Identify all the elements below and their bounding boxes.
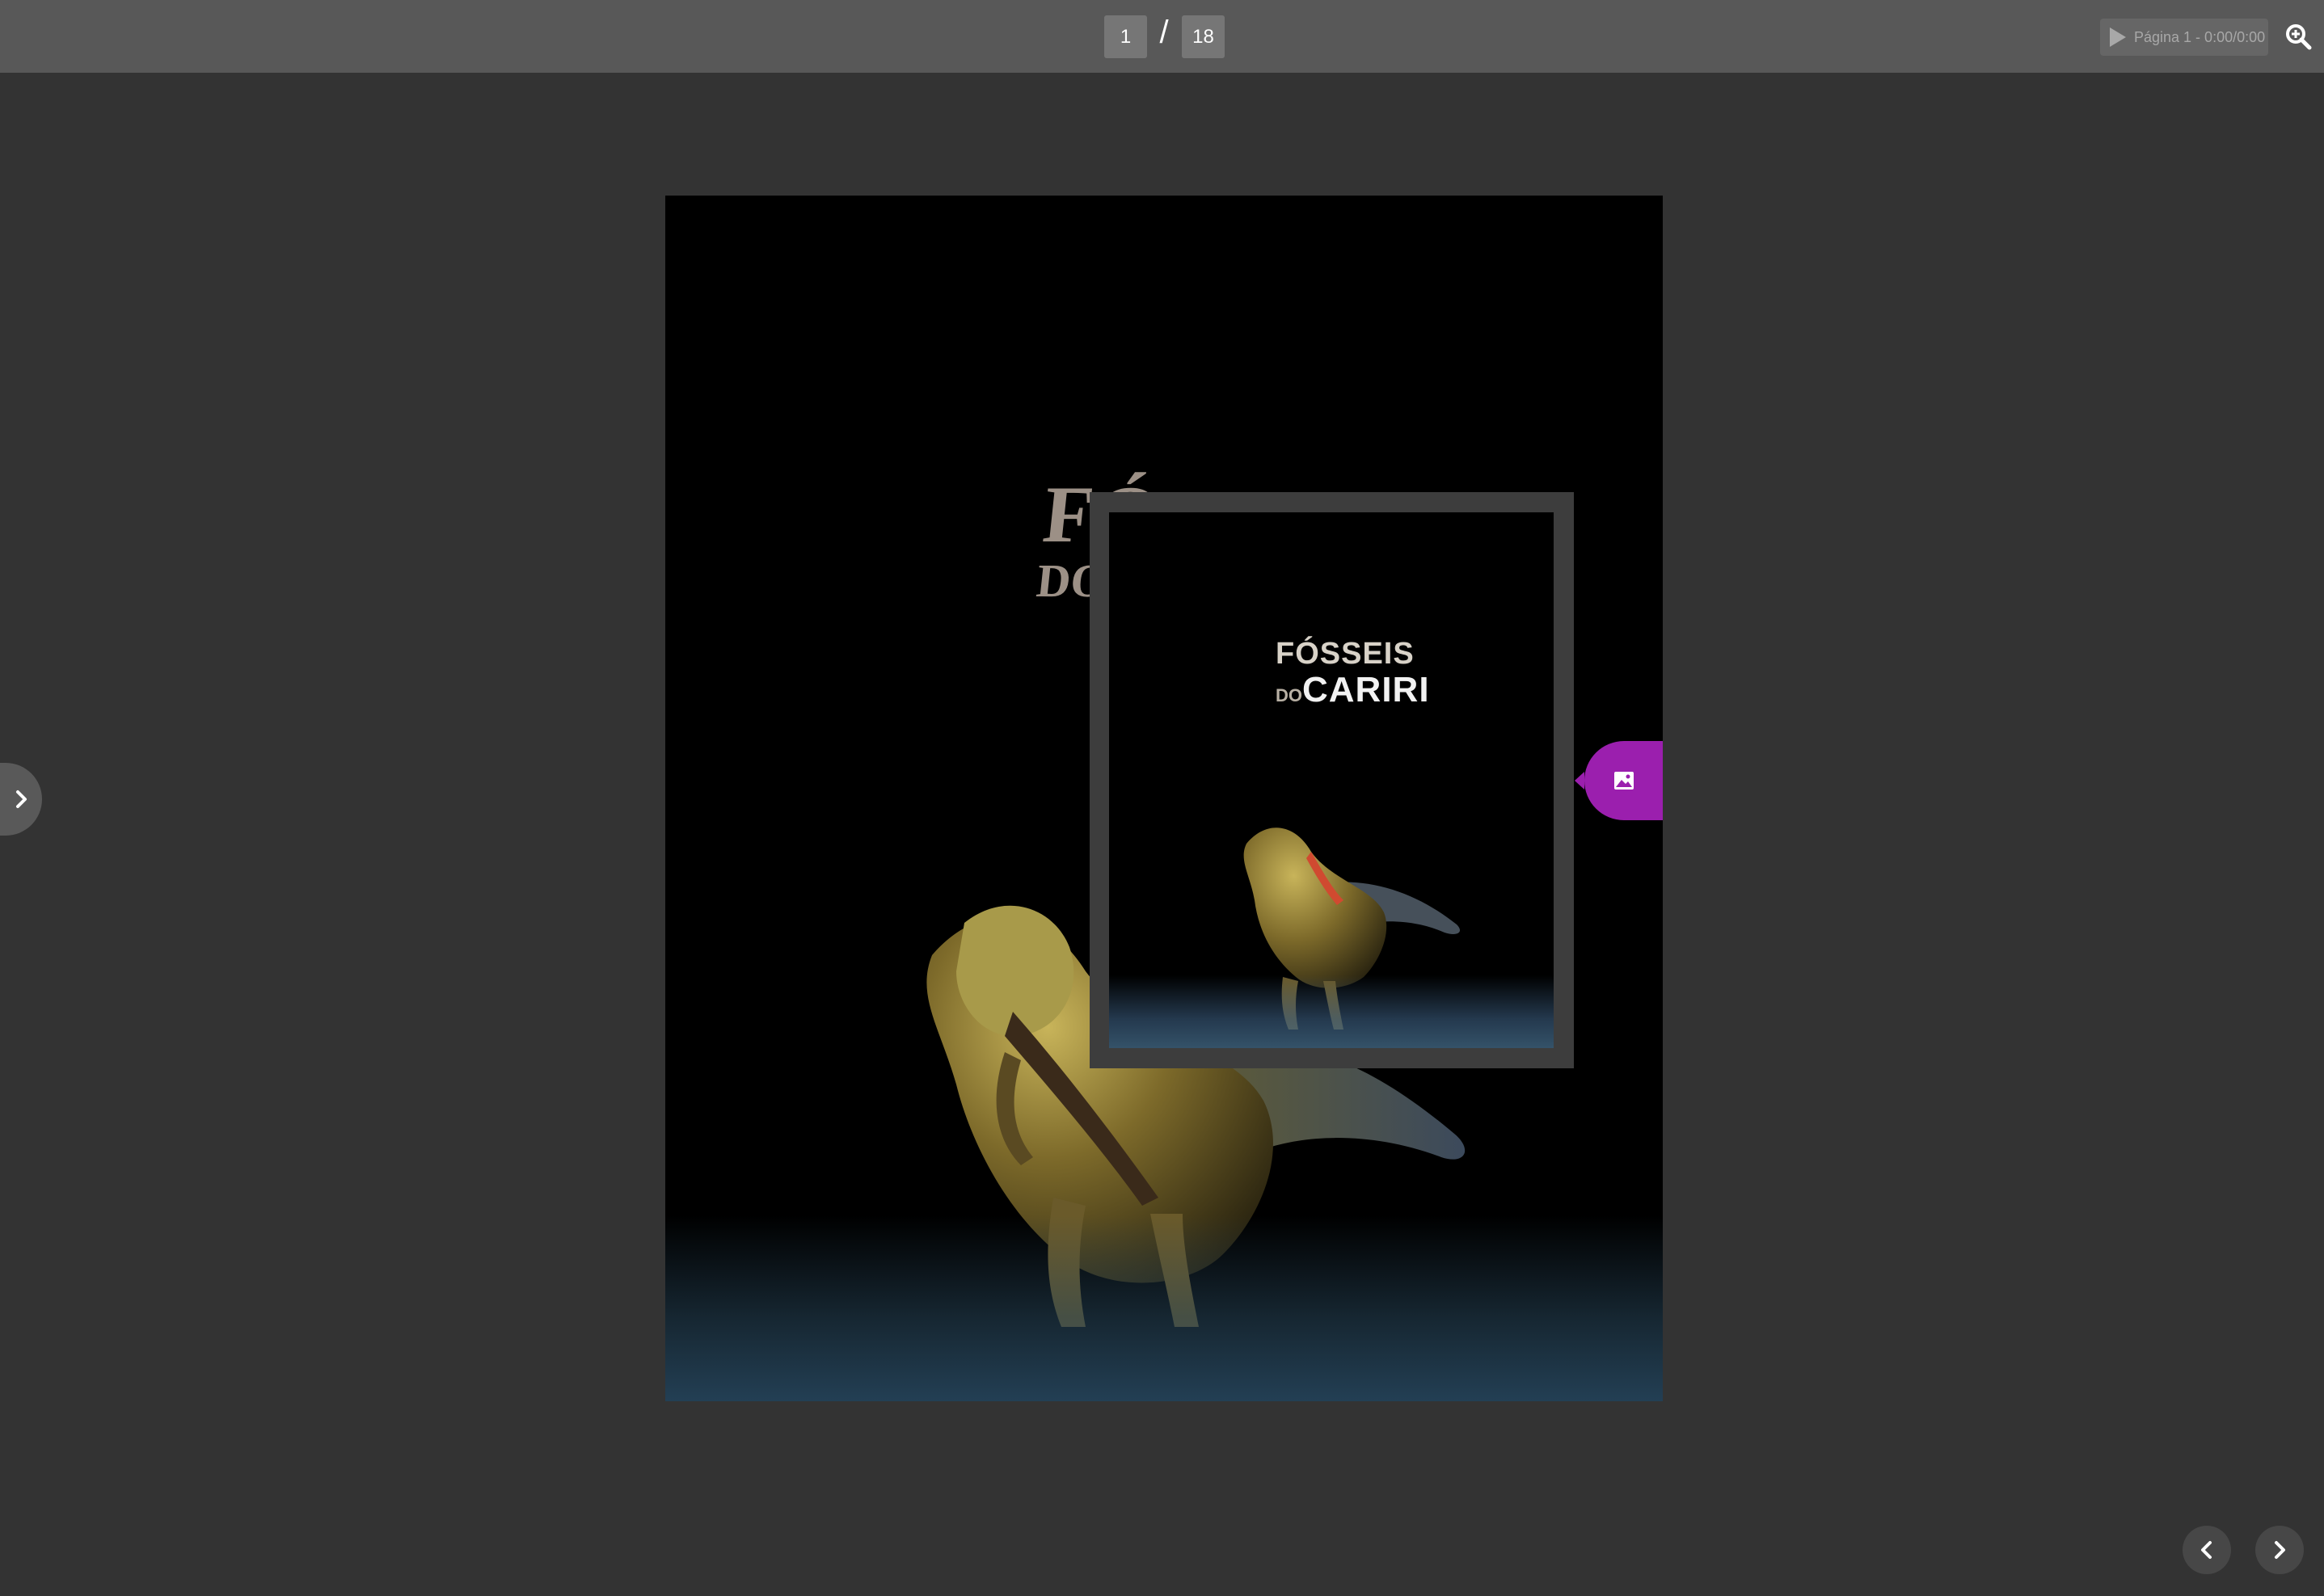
- floor-reflection: [665, 1215, 1663, 1401]
- zoom-in-icon: [2286, 24, 2312, 50]
- image-icon: [1613, 772, 1634, 790]
- zoom-in-button[interactable]: [2284, 23, 2312, 50]
- chevron-right-icon: [2275, 1541, 2285, 1559]
- chevron-left-icon: [2201, 1541, 2212, 1559]
- preview-floor-reflection: [1109, 975, 1554, 1048]
- chevron-right-icon: [16, 790, 27, 808]
- image-tab-pointer: [1575, 772, 1584, 790]
- preview-image: FÓSSEIS DOCARIRI: [1109, 512, 1554, 1048]
- top-toolbar: 1 / 18 Página 1 - 0:00/0:00: [0, 0, 2324, 73]
- next-page-button[interactable]: [2255, 1526, 2304, 1574]
- total-pages: 18: [1182, 15, 1225, 58]
- current-page-input[interactable]: 1: [1104, 15, 1147, 58]
- play-icon: [2110, 27, 2126, 47]
- sidebar-toggle-button[interactable]: [0, 763, 42, 836]
- audio-label: Página 1 - 0:00/0:00: [2134, 28, 2266, 45]
- previous-page-button[interactable]: [2183, 1526, 2231, 1574]
- page-separator: /: [1159, 15, 1169, 50]
- page-preview-popup: FÓSSEIS DOCARIRI: [1090, 492, 1574, 1068]
- preview-dinosaur-illustration: [1243, 827, 1461, 1030]
- image-preview-button[interactable]: [1584, 741, 1663, 820]
- audio-play-button[interactable]: Página 1 - 0:00/0:00: [2100, 19, 2268, 56]
